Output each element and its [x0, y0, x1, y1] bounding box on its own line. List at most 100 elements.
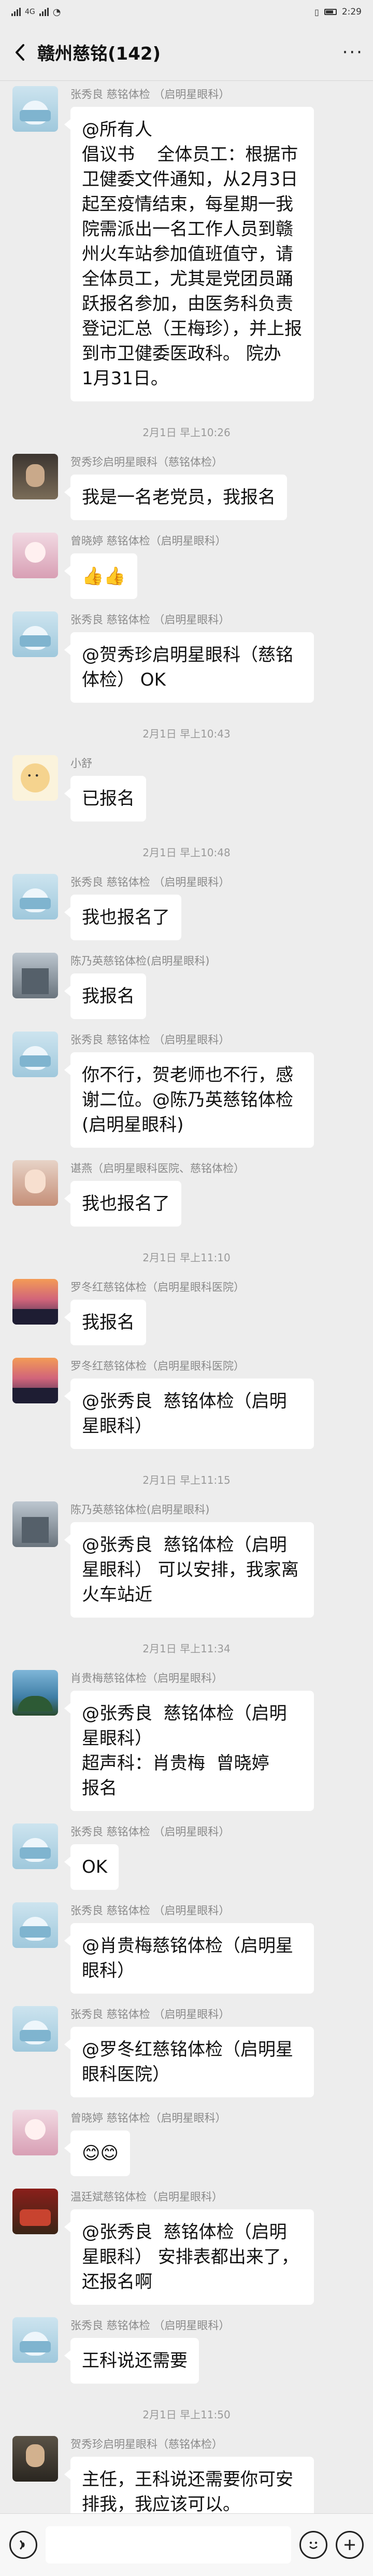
message-body: 张秀良 慈铭体检 （启明星眼科） @贺秀珍启明星眼科（慈铭体检） OK	[64, 611, 314, 703]
avatar[interactable]	[12, 755, 58, 801]
avatar[interactable]	[12, 86, 58, 132]
message-bubble[interactable]: 我是一名老党员，我报名	[64, 475, 287, 520]
sender-name: 张秀良 慈铭体检 （启明星眼科）	[70, 876, 230, 888]
message-row: 张秀良 慈铭体检 （启明星眼科） @肖贵梅慈铭体检（启明星眼科）	[0, 1897, 373, 2001]
avatar[interactable]	[12, 1823, 58, 1869]
message-row: 贺秀珍启明星眼科（慈铭体检） 主任，王科说还需要你可安排我，我应该可以。	[0, 2431, 373, 2513]
message-body: 温廷斌慈铭体检（启明星眼科） @张秀良 慈铭体检（启明星眼科） 安排表都出来了，还…	[64, 2189, 314, 2305]
message-bubble[interactable]: 我也报名了	[64, 895, 181, 940]
sender-name: 罗冬红慈铭体检（启明星眼科医院）	[70, 1281, 245, 1293]
message-bubble[interactable]: 你不行，贺老师也不行，感谢二位。@陈乃英慈铭体检(启明星眼科)	[64, 1052, 314, 1148]
message-body: 罗冬红慈铭体检（启明星眼科医院） @张秀良 慈铭体检（启明星眼科）	[64, 1358, 314, 1449]
avatar[interactable]	[12, 1358, 58, 1403]
avatar[interactable]	[12, 874, 58, 920]
more-options-button[interactable]: ···	[342, 42, 364, 63]
sender-name: 罗冬红慈铭体检（启明星眼科医院）	[70, 1360, 245, 1372]
message-row: 罗冬红慈铭体检（启明星眼科医院） @张秀良 慈铭体检（启明星眼科）	[0, 1353, 373, 1456]
back-button[interactable]	[9, 42, 30, 63]
message-bubble[interactable]: 我报名	[64, 973, 146, 1019]
signal-icon	[11, 8, 21, 16]
avatar[interactable]	[12, 533, 58, 578]
message-bubble[interactable]: @肖贵梅慈铭体检（启明星眼科）	[64, 1923, 314, 1994]
avatar[interactable]	[12, 611, 58, 657]
status-time: 2:29	[341, 7, 362, 17]
avatar[interactable]	[12, 1279, 58, 1325]
sender-name: 张秀良 慈铭体检 （启明星眼科）	[70, 1034, 230, 1046]
message-bubble[interactable]: @张秀良 慈铭体检（启明星眼科）	[64, 1378, 314, 1449]
network-label: 4G	[25, 8, 35, 16]
message-body: 曾晓婷 慈铭体检（启明星眼科） 😊😊	[64, 2110, 226, 2176]
sender-name: 贺秀珍启明星眼科（慈铭体检）	[70, 456, 223, 468]
message-bubble[interactable]: @张秀良 慈铭体检（启明星眼科） 超声科：肖贵梅 曾晓婷 报名	[64, 1691, 314, 1811]
vibrate-icon: ▯	[314, 7, 319, 17]
message-bubble[interactable]: OK	[64, 1844, 119, 1890]
message-bubble[interactable]: 我报名	[64, 1300, 146, 1345]
message-bubble[interactable]: @张秀良 慈铭体检（启明星眼科） 可以安排，我家离火车站近	[64, 1522, 314, 1618]
avatar[interactable]	[12, 2317, 58, 2363]
voice-icon[interactable]	[9, 2531, 37, 2559]
message-row: 张秀良 慈铭体检 （启明星眼科） OK	[0, 1818, 373, 1897]
message-bubble[interactable]: 主任，王科说还需要你可安排我，我应该可以。	[64, 2457, 314, 2513]
message-row: 陈乃英慈铭体检(启明星眼科) @张秀良 慈铭体检（启明星眼科） 可以安排，我家离火…	[0, 1496, 373, 1625]
timestamp: 2月1日 早上10:48	[142, 846, 231, 859]
sender-name: 陈乃英慈铭体检(启明星眼科)	[70, 955, 210, 967]
emoji-icon[interactable]	[299, 2531, 327, 2559]
message-bubble[interactable]: 我也报名了	[64, 1181, 181, 1227]
message-row: 张秀良 慈铭体检 （启明星眼科） @贺秀珍启明星眼科（慈铭体检） OK	[0, 606, 373, 710]
message-input[interactable]	[46, 2526, 291, 2564]
message-row: 肖贵梅慈铭体检（启明星眼科） @张秀良 慈铭体检（启明星眼科） 超声科：肖贵梅 曾…	[0, 1665, 373, 1818]
plus-icon[interactable]	[336, 2531, 364, 2559]
sender-name: 肖贵梅慈铭体检（启明星眼科）	[70, 1672, 223, 1684]
message-row: 张秀良 慈铭体检 （启明星眼科） 我也报名了	[0, 869, 373, 948]
message-bubble[interactable]: 王科说还需要	[64, 2338, 199, 2384]
message-body: 张秀良 慈铭体检 （启明星眼科） 王科说还需要	[64, 2317, 229, 2384]
message-row: 谌燕（启明星眼科医院、慈铭体检） 我也报名了	[0, 1155, 373, 1234]
message-bubble[interactable]: 😊😊	[64, 2131, 130, 2176]
status-left: 4G ◔	[11, 7, 61, 18]
avatar[interactable]	[12, 454, 58, 499]
sender-name: 小舒	[70, 757, 92, 770]
message-list[interactable]: 张秀良 慈铭体检 （启明星眼科） @所有人 倡议书 全体员工：根据市卫健委文件通知…	[0, 81, 373, 2513]
message-bubble[interactable]: @所有人 倡议书 全体员工：根据市卫健委文件通知，从2月3日起至疫情结束，每星期…	[64, 107, 314, 401]
avatar[interactable]	[12, 953, 58, 998]
avatar[interactable]	[12, 1032, 58, 1077]
message-body: 陈乃英慈铭体检(启明星眼科) @张秀良 慈铭体检（启明星眼科） 可以安排，我家离火…	[64, 1501, 314, 1618]
avatar[interactable]	[12, 1902, 58, 1948]
message-bubble[interactable]: 已报名	[64, 776, 146, 821]
message-body: 谌燕（启明星眼科医院、慈铭体检） 我也报名了	[64, 1160, 245, 1227]
avatar[interactable]	[12, 2006, 58, 2052]
avatar[interactable]	[12, 1670, 58, 1716]
message-row: 张秀良 慈铭体检 （启明星眼科） @所有人 倡议书 全体员工：根据市卫健委文件通知…	[0, 81, 373, 409]
status-right: ▯ 2:29	[314, 7, 362, 17]
message-row: 陈乃英慈铭体检(启明星眼科) 我报名	[0, 948, 373, 1026]
avatar[interactable]	[12, 1501, 58, 1547]
message-bubble[interactable]: @张秀良 慈铭体检（启明星眼科） 安排表都出来了，还报名啊	[64, 2209, 314, 2305]
message-body: 贺秀珍启明星眼科（慈铭体检） 主任，王科说还需要你可安排我，我应该可以。	[64, 2436, 314, 2513]
message-body: 罗冬红慈铭体检（启明星眼科医院） 我报名	[64, 1279, 245, 1345]
avatar[interactable]	[12, 2189, 58, 2234]
avatar[interactable]	[12, 2110, 58, 2155]
signal-icon-2	[39, 8, 49, 16]
input-bar	[0, 2513, 373, 2576]
sender-name: 张秀良 慈铭体检 （启明星眼科）	[70, 2008, 230, 2021]
sender-name: 张秀良 慈铭体检 （启明星眼科）	[70, 1904, 230, 1917]
wifi-icon: ◔	[52, 6, 61, 18]
message-body: 张秀良 慈铭体检 （启明星眼科） 你不行，贺老师也不行，感谢二位。@陈乃英慈铭体检…	[64, 1032, 314, 1148]
timestamp: 2月1日 早上10:43	[142, 728, 231, 740]
message-bubble[interactable]: @贺秀珍启明星眼科（慈铭体检） OK	[64, 632, 314, 703]
message-bubble[interactable]: 👍👍	[64, 553, 137, 599]
message-row: 罗冬红慈铭体检（启明星眼科医院） 我报名	[0, 1274, 373, 1353]
chevron-left-icon	[16, 44, 24, 61]
sender-name: 张秀良 慈铭体检 （启明星眼科）	[70, 88, 230, 101]
sender-name: 谌燕（启明星眼科医院、慈铭体检）	[70, 1162, 245, 1175]
avatar[interactable]	[12, 2436, 58, 2482]
sender-name: 温廷斌慈铭体检（启明星眼科）	[70, 2191, 223, 2203]
message-bubble[interactable]: @罗冬红慈铭体检（启明星眼科医院）	[64, 2027, 314, 2097]
timestamp: 2月1日 早上11:50	[142, 2408, 231, 2421]
message-body: 曾晓婷 慈铭体检（启明星眼科） 👍👍	[64, 533, 226, 599]
message-row: 曾晓婷 慈铭体检（启明星眼科） 👍👍	[0, 527, 373, 606]
message-body: 张秀良 慈铭体检 （启明星眼科） @所有人 倡议书 全体员工：根据市卫健委文件通知…	[64, 86, 314, 401]
avatar[interactable]	[12, 1160, 58, 1206]
message-body: 张秀良 慈铭体检 （启明星眼科） @肖贵梅慈铭体检（启明星眼科）	[64, 1902, 314, 1994]
battery-icon	[324, 9, 337, 15]
